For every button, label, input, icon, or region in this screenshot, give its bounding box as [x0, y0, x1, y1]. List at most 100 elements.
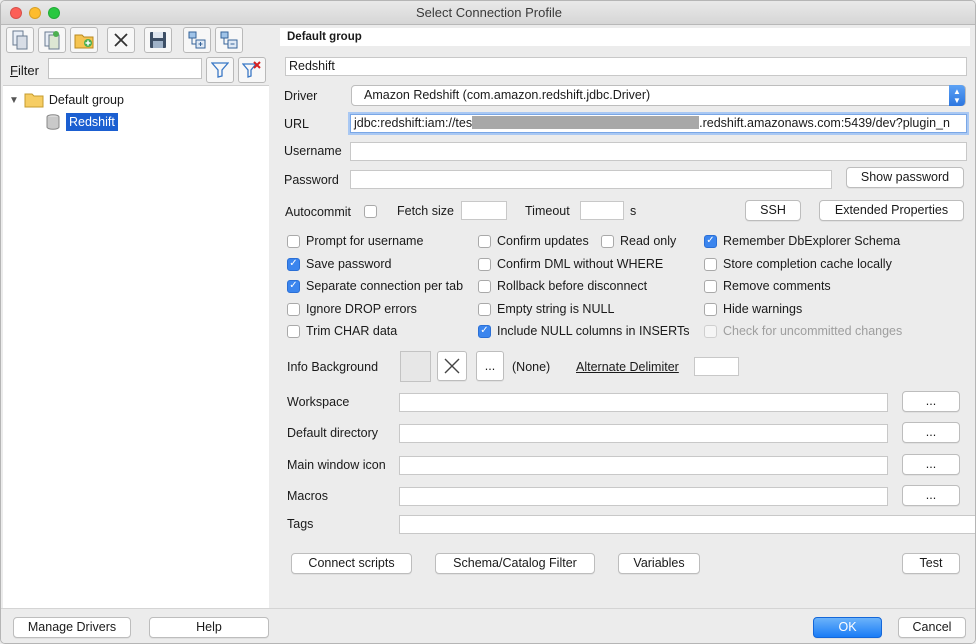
option-save-password[interactable]: ✓ Save password: [287, 257, 391, 271]
option-label: Rollback before disconnect: [497, 279, 648, 293]
tags-input[interactable]: [399, 515, 975, 534]
profile-name-input[interactable]: Redshift: [285, 57, 967, 76]
clear-filter-button[interactable]: [238, 57, 266, 83]
ssh-button[interactable]: SSH: [745, 200, 801, 221]
cancel-button[interactable]: Cancel: [898, 617, 966, 638]
checkbox-checked[interactable]: ✓: [287, 257, 300, 271]
info-background-label: Info Background: [287, 360, 379, 374]
expanded-triangle-icon[interactable]: ▼: [9, 95, 19, 106]
tags-label: Tags: [287, 517, 314, 531]
option-label: Remember DbExplorer Schema: [723, 234, 901, 248]
expand-all-icon: [188, 31, 206, 49]
profile-tree: ▼ Default group Redshift: [3, 85, 269, 608]
new-profile-icon: [12, 30, 28, 50]
checkbox[interactable]: [601, 234, 614, 248]
username-label: Username: [284, 144, 342, 158]
save-profiles-button[interactable]: [144, 27, 172, 53]
password-input[interactable]: [350, 170, 832, 189]
checkbox[interactable]: [704, 257, 717, 271]
option-remember-dbexplorer[interactable]: ✓ Remember DbExplorer Schema: [704, 234, 900, 248]
checkbox[interactable]: [704, 279, 717, 293]
tree-item-label: Redshift: [66, 113, 118, 131]
timeout-input[interactable]: [580, 201, 624, 220]
option-check-uncommitted: Check for uncommitted changes: [704, 324, 902, 338]
checkbox[interactable]: [287, 234, 300, 248]
workspace-input[interactable]: [399, 393, 888, 412]
manage-drivers-label: Manage Drivers: [27, 620, 117, 634]
autocommit-checkbox[interactable]: [364, 205, 377, 218]
option-empty-string-null[interactable]: Empty string is NULL: [478, 302, 614, 316]
macros-input[interactable]: [399, 487, 888, 506]
help-button[interactable]: Help: [149, 617, 269, 638]
default-directory-browse-button[interactable]: ...: [902, 422, 960, 443]
main-window-icon-browse-button[interactable]: ...: [902, 454, 960, 475]
minimize-window-button[interactable]: [29, 7, 41, 19]
driver-select-value: Amazon Redshift (com.amazon.redshift.jdb…: [364, 88, 651, 102]
option-label: Save password: [306, 257, 392, 271]
option-prompt-username[interactable]: Prompt for username: [287, 234, 423, 248]
checkbox-checked[interactable]: ✓: [478, 324, 491, 338]
fetch-size-input[interactable]: [461, 201, 507, 220]
checkbox[interactable]: [478, 279, 491, 293]
option-ignore-drop[interactable]: Ignore DROP errors: [287, 302, 417, 316]
test-button[interactable]: Test: [902, 553, 960, 574]
option-label: Include NULL columns in INSERTs: [497, 324, 690, 338]
url-input[interactable]: jdbc:redshift:iam://tes .redshift.amazona…: [350, 114, 967, 133]
variables-button[interactable]: Variables: [618, 553, 700, 574]
ok-button[interactable]: OK: [813, 617, 882, 638]
default-directory-input[interactable]: [399, 424, 888, 443]
option-separate-connection[interactable]: ✓ Separate connection per tab: [287, 279, 463, 293]
close-window-button[interactable]: [10, 7, 22, 19]
expand-all-button[interactable]: [183, 27, 211, 53]
apply-filter-button[interactable]: [206, 57, 234, 83]
checkbox-checked[interactable]: ✓: [704, 234, 717, 248]
checkbox[interactable]: [478, 257, 491, 271]
checkbox[interactable]: [287, 302, 300, 316]
url-value-prefix: jdbc:redshift:iam://tes: [354, 116, 473, 130]
choose-color-button[interactable]: ...: [476, 351, 504, 381]
option-read-only[interactable]: Read only: [601, 234, 676, 248]
option-confirm-updates[interactable]: Confirm updates: [478, 234, 589, 248]
url-label: URL: [284, 117, 310, 131]
checkbox[interactable]: [704, 302, 717, 316]
option-rollback-disconnect[interactable]: Rollback before disconnect: [478, 279, 647, 293]
clear-color-button[interactable]: [437, 351, 467, 381]
checkbox-checked[interactable]: ✓: [287, 279, 300, 293]
tree-group-default[interactable]: ▼ Default group: [9, 90, 124, 110]
folder-icon: [24, 93, 44, 108]
url-value-suffix: .redshift.amazonaws.com:5439/dev?plugin_…: [699, 116, 950, 130]
checkbox[interactable]: [478, 302, 491, 316]
option-label: Read only: [620, 234, 677, 248]
new-profile-button[interactable]: [6, 27, 34, 53]
option-include-null-columns[interactable]: ✓ Include NULL columns in INSERTs: [478, 324, 689, 338]
schema-catalog-filter-button[interactable]: Schema/Catalog Filter: [435, 553, 595, 574]
option-remove-comments[interactable]: Remove comments: [704, 279, 831, 293]
delete-profile-button[interactable]: [107, 27, 135, 53]
checkbox[interactable]: [478, 234, 491, 248]
option-store-completion-cache[interactable]: Store completion cache locally: [704, 257, 892, 271]
workspace-browse-button[interactable]: ...: [902, 391, 960, 412]
main-window-icon-input[interactable]: [399, 456, 888, 475]
connect-scripts-button[interactable]: Connect scripts: [291, 553, 412, 574]
new-group-button[interactable]: [70, 27, 98, 53]
alternate-delimiter-input[interactable]: [694, 357, 739, 376]
extended-properties-button[interactable]: Extended Properties: [819, 200, 964, 221]
profile-editor-panel: Default group Redshift Driver Amazon Red…: [271, 25, 975, 608]
filter-icon: [211, 62, 229, 78]
copy-profile-button[interactable]: [38, 27, 66, 53]
tree-item-redshift[interactable]: Redshift: [46, 112, 118, 132]
info-background-swatch[interactable]: [400, 351, 431, 382]
macros-browse-button[interactable]: ...: [902, 485, 960, 506]
checkbox[interactable]: [287, 324, 300, 338]
username-input[interactable]: [350, 142, 967, 161]
show-password-button[interactable]: Show password: [846, 167, 964, 188]
option-hide-warnings[interactable]: Hide warnings: [704, 302, 802, 316]
driver-select[interactable]: Amazon Redshift (com.amazon.redshift.jdb…: [351, 85, 966, 106]
collapse-all-button[interactable]: [215, 27, 243, 53]
option-confirm-dml[interactable]: Confirm DML without WHERE: [478, 257, 663, 271]
option-label: Remove comments: [723, 279, 831, 293]
manage-drivers-button[interactable]: Manage Drivers: [13, 617, 131, 638]
filter-input[interactable]: [48, 58, 202, 79]
option-trim-char[interactable]: Trim CHAR data: [287, 324, 397, 338]
maximize-window-button[interactable]: [48, 7, 60, 19]
